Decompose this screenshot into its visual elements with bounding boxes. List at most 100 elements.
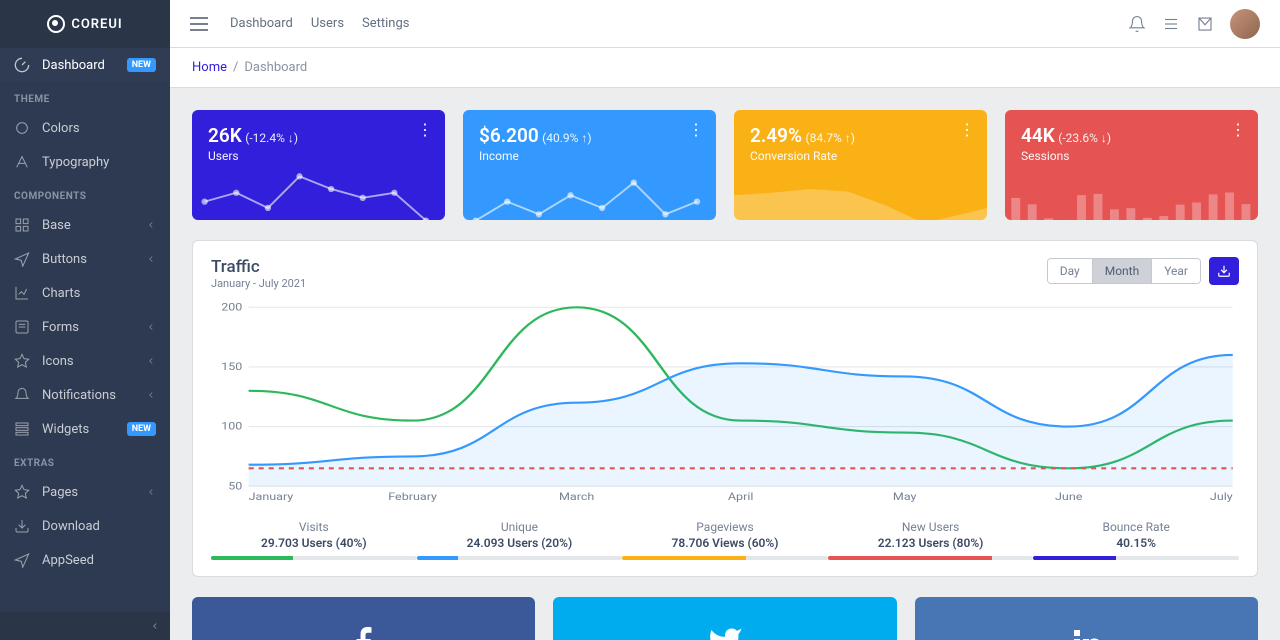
mini-chart: [734, 170, 987, 220]
more-icon[interactable]: ⋮: [959, 120, 975, 139]
sidebar-item-typography[interactable]: Typography: [0, 145, 170, 179]
sidebar-item-pages[interactable]: Pages: [0, 475, 170, 509]
svg-text:March: March: [559, 490, 594, 502]
sidebar-item-widgets[interactable]: Widgets NEW: [0, 412, 170, 446]
more-icon[interactable]: ⋮: [417, 120, 433, 139]
svg-text:February: February: [388, 490, 437, 502]
range-button-group: DayMonthYear: [1047, 258, 1201, 284]
stat-change: (-23.6% ↓): [1058, 131, 1111, 145]
sidebar-item-label: Buttons: [42, 252, 134, 267]
traffic-metric-bounce-rate: Bounce Rate 40.15%: [1033, 514, 1239, 560]
metric-value: 29.703 Users (40%): [211, 536, 417, 550]
nav-icon: [14, 421, 30, 437]
brand-text: COREUI: [71, 17, 122, 32]
stat-change: (84.7% ↑): [805, 131, 854, 145]
breadcrumb-home[interactable]: Home: [192, 60, 227, 75]
sidebar-item-label: Widgets: [42, 422, 115, 437]
nav-icon: [14, 217, 30, 233]
top-nav-item[interactable]: Settings: [362, 16, 409, 31]
brand-logo-icon: [47, 15, 65, 33]
sidebar-item-label: Forms: [42, 320, 134, 335]
sidebar-item-colors[interactable]: Colors: [0, 111, 170, 145]
chevron-left-icon: [146, 356, 156, 366]
traffic-subtitle: January - July 2021: [211, 277, 306, 290]
stat-label: Sessions: [1021, 149, 1242, 163]
metric-label: Visits: [211, 520, 417, 534]
chevron-left-icon: [146, 254, 156, 264]
nav-icon: [14, 154, 30, 170]
range-year-button[interactable]: Year: [1152, 259, 1200, 283]
envelope-icon[interactable]: [1196, 15, 1214, 33]
social-facebook[interactable]: [192, 597, 535, 640]
metric-label: Unique: [417, 520, 623, 534]
metric-label: Pageviews: [622, 520, 828, 534]
linkedin-icon: [1068, 624, 1104, 640]
metric-value: 22.123 Users (80%): [828, 536, 1034, 550]
chevron-left-icon: [146, 322, 156, 332]
top-nav: Dashboard Users Settings: [230, 16, 410, 31]
twitter-icon: [707, 624, 743, 640]
list-icon[interactable]: [1162, 15, 1180, 33]
sidebar-item-label: Notifications: [42, 388, 134, 403]
nav-icon: [14, 319, 30, 335]
sidebar: COREUI Dashboard NEW THEME Colors Typogr…: [0, 0, 170, 640]
mini-chart: [192, 170, 445, 220]
range-day-button[interactable]: Day: [1048, 259, 1093, 283]
nav-icon: [14, 484, 30, 500]
svg-text:June: June: [1055, 490, 1082, 502]
nav-section-title: EXTRAS: [0, 446, 170, 475]
sidebar-collapse[interactable]: [0, 612, 170, 640]
more-icon[interactable]: ⋮: [1230, 120, 1246, 139]
chevron-left-icon: [146, 487, 156, 497]
top-nav-item[interactable]: Dashboard: [230, 16, 293, 31]
avatar[interactable]: [1230, 9, 1260, 39]
hamburger-icon[interactable]: [190, 17, 208, 31]
chevron-left-icon: [146, 390, 156, 400]
svg-text:April: April: [728, 490, 754, 502]
mini-chart: [1005, 170, 1258, 220]
nav-icon: [14, 552, 30, 568]
speedometer-icon: [14, 57, 30, 73]
sidebar-item-notifications[interactable]: Notifications: [0, 378, 170, 412]
top-nav-item[interactable]: Users: [311, 16, 344, 31]
more-icon[interactable]: ⋮: [688, 120, 704, 139]
range-month-button[interactable]: Month: [1093, 259, 1152, 283]
nav-icon: [14, 353, 30, 369]
social-linkedin[interactable]: [915, 597, 1258, 640]
sidebar-item-label: Dashboard: [42, 58, 115, 73]
stat-label: Income: [479, 149, 700, 163]
metric-bar: [828, 556, 1034, 560]
nav-icon: [14, 120, 30, 136]
svg-text:200: 200: [221, 302, 242, 313]
metric-bar: [622, 556, 828, 560]
bell-icon[interactable]: [1128, 15, 1146, 33]
breadcrumb: Home / Dashboard: [170, 48, 1280, 88]
svg-text:100: 100: [221, 420, 242, 433]
sidebar-item-label: Icons: [42, 354, 134, 369]
nav-icon: [14, 285, 30, 301]
metric-bar: [211, 556, 417, 560]
sidebar-item-appseed[interactable]: AppSeed: [0, 543, 170, 577]
chevron-left-icon: [150, 621, 160, 631]
sidebar-item-buttons[interactable]: Buttons: [0, 242, 170, 276]
traffic-metric-visits: Visits 29.703 Users (40%): [211, 514, 417, 560]
brand[interactable]: COREUI: [0, 0, 170, 48]
breadcrumb-current: Dashboard: [244, 60, 307, 75]
sidebar-item-dashboard[interactable]: Dashboard NEW: [0, 48, 170, 82]
traffic-metric-new-users: New Users 22.123 Users (80%): [828, 514, 1034, 560]
sidebar-item-icons[interactable]: Icons: [0, 344, 170, 378]
svg-text:150: 150: [221, 360, 242, 373]
nav-icon: [14, 518, 30, 534]
social-twitter[interactable]: [553, 597, 896, 640]
stat-change: (40.9% ↑): [542, 131, 591, 145]
svg-text:January: January: [249, 490, 294, 502]
sidebar-item-forms[interactable]: Forms: [0, 310, 170, 344]
traffic-chart: 50100150200JanuaryFebruaryMarchAprilMayJ…: [211, 302, 1239, 502]
sidebar-item-charts[interactable]: Charts: [0, 276, 170, 310]
sidebar-item-download[interactable]: Download: [0, 509, 170, 543]
traffic-title: Traffic: [211, 257, 306, 277]
traffic-metric-unique: Unique 24.093 Users (20%): [417, 514, 623, 560]
stat-card-conversion-rate: ⋮ 2.49% (84.7% ↑) Conversion Rate: [734, 110, 987, 220]
sidebar-item-base[interactable]: Base: [0, 208, 170, 242]
download-button[interactable]: [1209, 257, 1239, 285]
